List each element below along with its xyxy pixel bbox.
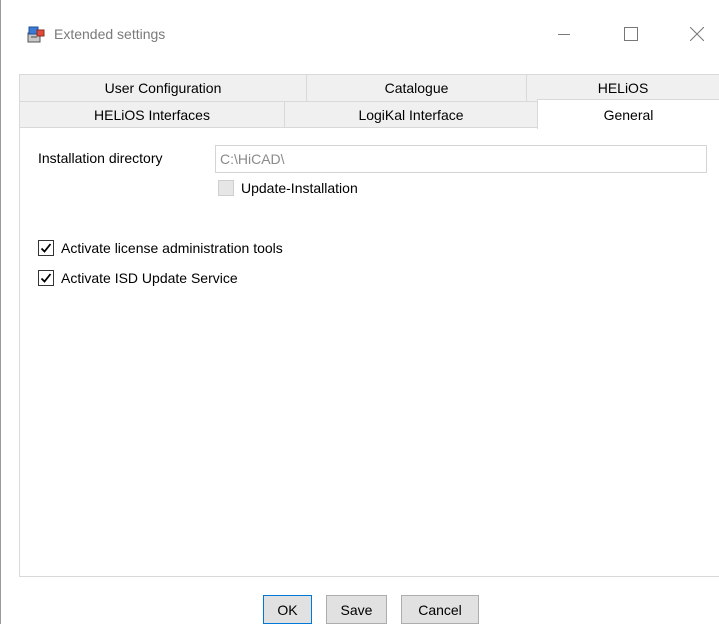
installation-directory-field[interactable] [215,145,707,173]
installation-directory-label: Installation directory [38,150,163,166]
save-button[interactable]: Save [326,595,387,624]
update-installation-checkbox[interactable]: Update-Installation [218,180,358,196]
title-bar[interactable]: Extended settings [1,0,719,58]
close-button[interactable] [674,16,719,52]
tab-helios-interfaces[interactable]: HELiOS Interfaces [19,101,285,128]
checkmark-icon [40,243,52,253]
activate-isd-update-label: Activate ISD Update Service [61,270,238,286]
general-tab-panel [19,127,719,577]
tab-user-configuration[interactable]: User Configuration [19,74,307,102]
update-installation-label: Update-Installation [241,180,358,196]
maximize-button[interactable] [608,16,654,52]
ok-button[interactable]: OK [263,595,312,624]
checkbox-box[interactable] [38,270,54,286]
tab-helios[interactable]: HELiOS [526,74,719,102]
minimize-icon [558,34,570,35]
tab-logikal-interface[interactable]: LogiKal Interface [284,101,538,128]
activate-license-tools-checkbox[interactable]: Activate license administration tools [38,240,283,256]
extended-settings-window: Extended settings User Configuration Cat… [0,0,719,624]
checkbox-box[interactable] [38,240,54,256]
tab-general[interactable]: General [537,99,719,129]
checkbox-box[interactable] [218,180,234,196]
activate-license-tools-label: Activate license administration tools [61,240,283,256]
minimize-button[interactable] [541,16,587,52]
cancel-button[interactable]: Cancel [401,595,479,624]
activate-isd-update-checkbox[interactable]: Activate ISD Update Service [38,270,238,286]
window-title: Extended settings [54,26,166,42]
maximize-icon [624,27,638,41]
close-icon [690,27,704,41]
tab-catalogue[interactable]: Catalogue [306,74,527,102]
checkmark-icon [40,273,52,283]
installer-app-icon [27,26,45,43]
